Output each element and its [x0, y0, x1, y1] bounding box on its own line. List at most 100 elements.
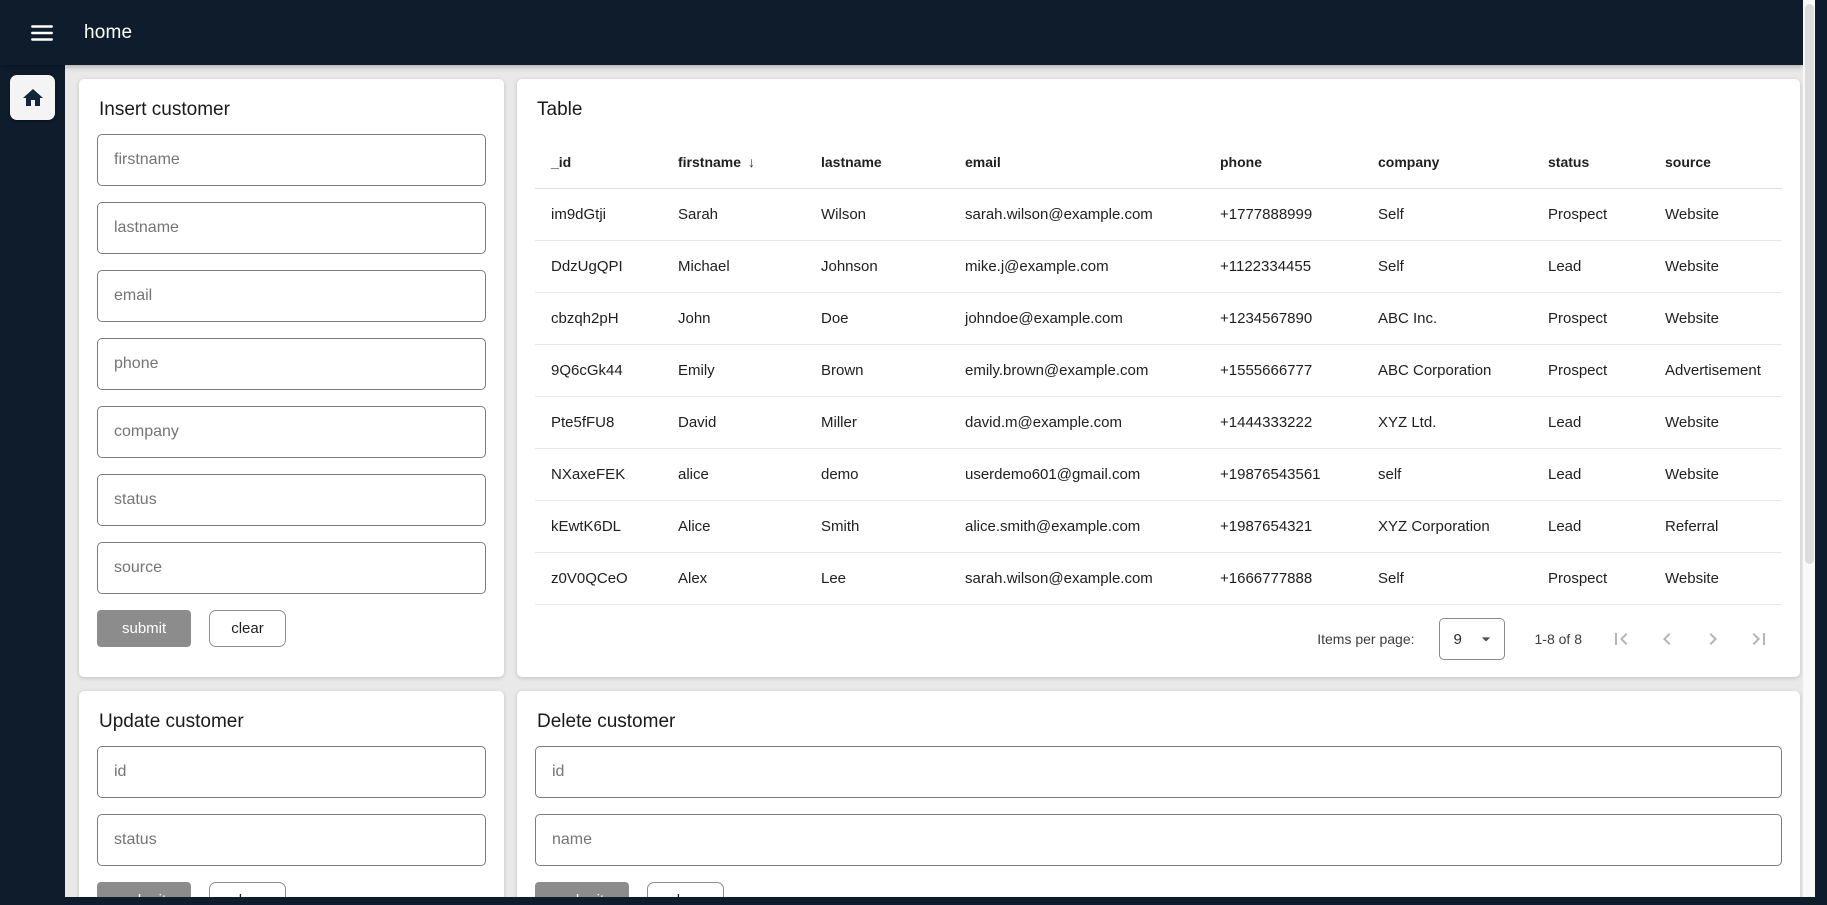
table-cell: +1122334455	[1204, 240, 1362, 292]
table-cell: demo	[805, 448, 949, 500]
hamburger-icon	[29, 20, 55, 46]
insert-firstname-input[interactable]	[97, 134, 486, 186]
column-header-label: company	[1378, 154, 1439, 170]
table-cell: cbzqh2pH	[535, 292, 662, 344]
insert-phone-input[interactable]	[97, 338, 486, 390]
insert-clear-button[interactable]: clear	[209, 610, 286, 647]
delete-name-input[interactable]	[535, 814, 1782, 866]
first-page-button[interactable]	[1598, 616, 1644, 662]
table-cell: +1777888999	[1204, 188, 1362, 240]
insert-customer-card: Insert customer submit clear	[79, 79, 504, 677]
column-header-status[interactable]: status	[1532, 136, 1649, 188]
table-cell: Prospect	[1532, 344, 1649, 396]
table-cell: NXaxeFEK	[535, 448, 662, 500]
page-size-value: 9	[1454, 631, 1462, 648]
table-cell: Referral	[1649, 500, 1782, 552]
customers-table: _id firstname ↓ lastname email phone company st…	[535, 136, 1782, 605]
delete-id-input[interactable]	[535, 746, 1782, 798]
page-range-label: 1-8 of 8	[1535, 631, 1582, 647]
scrollbar-thumb[interactable]	[1805, 4, 1814, 564]
table-cell: Pte5fFU8	[535, 396, 662, 448]
table-card: Table _idfirstname↓lastnameemailphonecom…	[517, 79, 1800, 677]
column-header-label: lastname	[821, 154, 882, 170]
insert-email-input[interactable]	[97, 270, 486, 322]
update-card-title: Update customer	[99, 711, 486, 733]
chevron-right-icon	[1701, 627, 1725, 651]
table-cell: Lead	[1532, 448, 1649, 500]
paginator: Items per page: 9 1-8 of 8	[535, 613, 1782, 665]
previous-page-button[interactable]	[1644, 616, 1690, 662]
table-cell: Advertisement	[1649, 344, 1782, 396]
table-cell: Website	[1649, 292, 1782, 344]
table-cell: Self	[1362, 188, 1532, 240]
table-cell: david.m@example.com	[949, 396, 1204, 448]
sidebar-home-button[interactable]	[10, 75, 55, 120]
insert-submit-button[interactable]: submit	[97, 610, 191, 647]
column-header-lastname[interactable]: lastname	[805, 136, 949, 188]
table-cell: sarah.wilson@example.com	[949, 188, 1204, 240]
insert-lastname-input[interactable]	[97, 202, 486, 254]
column-header-label: phone	[1220, 154, 1262, 170]
paginator-nav	[1598, 616, 1782, 662]
table-cell: Website	[1649, 240, 1782, 292]
table-cell: alice	[662, 448, 805, 500]
table-cell: Doe	[805, 292, 949, 344]
table-cell: +1666777888	[1204, 552, 1362, 604]
sort-desc-arrow-icon: ↓	[748, 154, 755, 170]
window-edge-right	[1815, 0, 1827, 905]
column-header-source[interactable]: source	[1649, 136, 1782, 188]
table-cell: Self	[1362, 240, 1532, 292]
table-cell: +1444333222	[1204, 396, 1362, 448]
page-size-select[interactable]: 9	[1439, 618, 1505, 660]
table-cell: johndoe@example.com	[949, 292, 1204, 344]
table-cell: Prospect	[1532, 552, 1649, 604]
table-cell: sarah.wilson@example.com	[949, 552, 1204, 604]
table-cell: self	[1362, 448, 1532, 500]
column-header-phone[interactable]: phone	[1204, 136, 1362, 188]
table-row: z0V0QCeOAlexLeesarah.wilson@example.com+…	[535, 552, 1782, 604]
table-body: im9dGtjiSarahWilsonsarah.wilson@example.…	[535, 188, 1782, 604]
table-cell: Website	[1649, 396, 1782, 448]
topbar-title: home	[84, 22, 132, 44]
table-cell: 9Q6cGk44	[535, 344, 662, 396]
column-header-label: status	[1548, 154, 1589, 170]
column-header-email[interactable]: email	[949, 136, 1204, 188]
table-head-row: _id firstname ↓ lastname email phone company st…	[535, 136, 1782, 188]
table-row: 9Q6cGk44EmilyBrownemily.brown@example.co…	[535, 344, 1782, 396]
scrollbar[interactable]	[1803, 0, 1815, 905]
menu-button[interactable]	[20, 11, 64, 55]
update-id-input[interactable]	[97, 746, 486, 798]
table-cell: Sarah	[662, 188, 805, 240]
last-page-button[interactable]	[1736, 616, 1782, 662]
table-cell: Brown	[805, 344, 949, 396]
column-header-label: firstname	[678, 154, 741, 170]
table-row: cbzqh2pHJohnDoejohndoe@example.com+12345…	[535, 292, 1782, 344]
table-cell: David	[662, 396, 805, 448]
table-cell: Michael	[662, 240, 805, 292]
table-cell: z0V0QCeO	[535, 552, 662, 604]
window-edge-bottom	[0, 897, 1827, 905]
table-cell: im9dGtji	[535, 188, 662, 240]
items-per-page-label: Items per page:	[1317, 631, 1414, 647]
table-cell: ABC Corporation	[1362, 344, 1532, 396]
insert-status-input[interactable]	[97, 474, 486, 526]
table-cell: kEwtK6DL	[535, 500, 662, 552]
table-cell: ABC Inc.	[1362, 292, 1532, 344]
table-cell: Lead	[1532, 500, 1649, 552]
column-header-company[interactable]: company	[1362, 136, 1532, 188]
column-header-firstname[interactable]: firstname ↓	[662, 136, 805, 188]
table-cell: John	[662, 292, 805, 344]
insert-company-input[interactable]	[97, 406, 486, 458]
table-row: DdzUgQPIMichaelJohnsonmike.j@example.com…	[535, 240, 1782, 292]
table-cell: Smith	[805, 500, 949, 552]
table-cell: Emily	[662, 344, 805, 396]
table-cell: +19876543561	[1204, 448, 1362, 500]
table-cell: Website	[1649, 448, 1782, 500]
column-header-id[interactable]: _id	[535, 136, 662, 188]
table-cell: DdzUgQPI	[535, 240, 662, 292]
update-status-input[interactable]	[97, 814, 486, 866]
insert-source-input[interactable]	[97, 542, 486, 594]
table-cell: XYZ Corporation	[1362, 500, 1532, 552]
next-page-button[interactable]	[1690, 616, 1736, 662]
last-page-icon	[1747, 627, 1771, 651]
